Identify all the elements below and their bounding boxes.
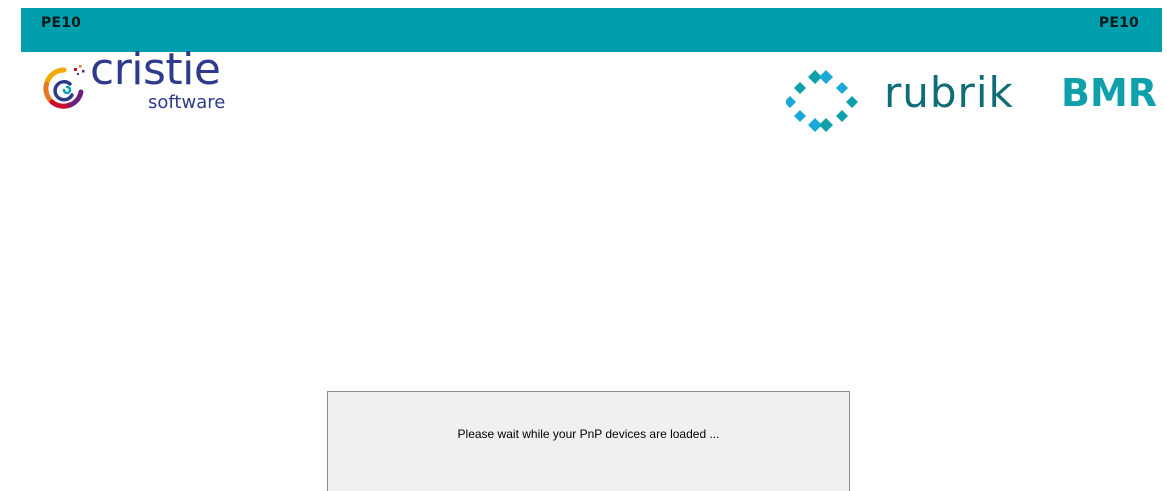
loading-dialog: Please wait while your PnP devices are l… bbox=[327, 391, 850, 491]
pe-screen: PE10 PE10 cristie software rubrik BMR Pl… bbox=[0, 0, 1167, 491]
bmr-product-label: BMR bbox=[1061, 71, 1158, 115]
cristie-swirl-icon bbox=[43, 65, 85, 109]
loading-message: Please wait while your PnP devices are l… bbox=[457, 427, 720, 441]
cristie-logo: cristie software bbox=[40, 48, 250, 122]
cristie-wordmark: cristie bbox=[90, 44, 221, 95]
rubrik-wordmark: rubrik bbox=[884, 68, 1014, 117]
cristie-subtitle: software bbox=[148, 92, 226, 113]
pe-version-right: PE10 bbox=[1098, 15, 1139, 31]
rubrik-bmr-logo: rubrik BMR bbox=[786, 68, 1158, 136]
rubrik-diamond-cluster-icon bbox=[786, 70, 858, 132]
pe-version-left: PE10 bbox=[41, 15, 82, 31]
